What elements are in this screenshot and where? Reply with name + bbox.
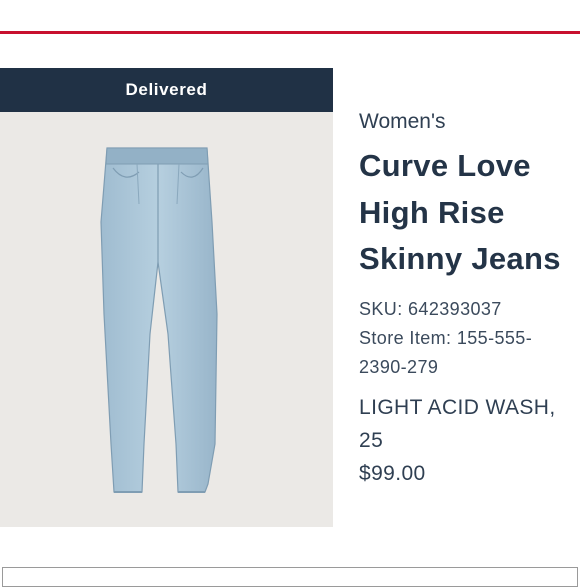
- status-label: Delivered: [125, 80, 208, 99]
- product-price: $99.00: [359, 461, 426, 485]
- product-info: Women's Curve Love High Rise Skinny Jean…: [359, 105, 574, 490]
- product-sku: SKU: 642393037: [359, 298, 502, 319]
- product-title[interactable]: Curve Love High Rise Skinny Jeans: [359, 143, 574, 283]
- product-variant: LIGHT ACID WASH, 25: [359, 395, 556, 452]
- status-banner: Delivered: [0, 68, 333, 112]
- top-accent-rule: [0, 31, 580, 34]
- jeans-illustration: [100, 147, 218, 493]
- product-image[interactable]: Delivered: [0, 68, 333, 527]
- product-category: Women's: [359, 110, 446, 133]
- next-card-edge: [2, 567, 578, 587]
- store-item-number: Store Item: 155-555-2390-279: [359, 327, 533, 377]
